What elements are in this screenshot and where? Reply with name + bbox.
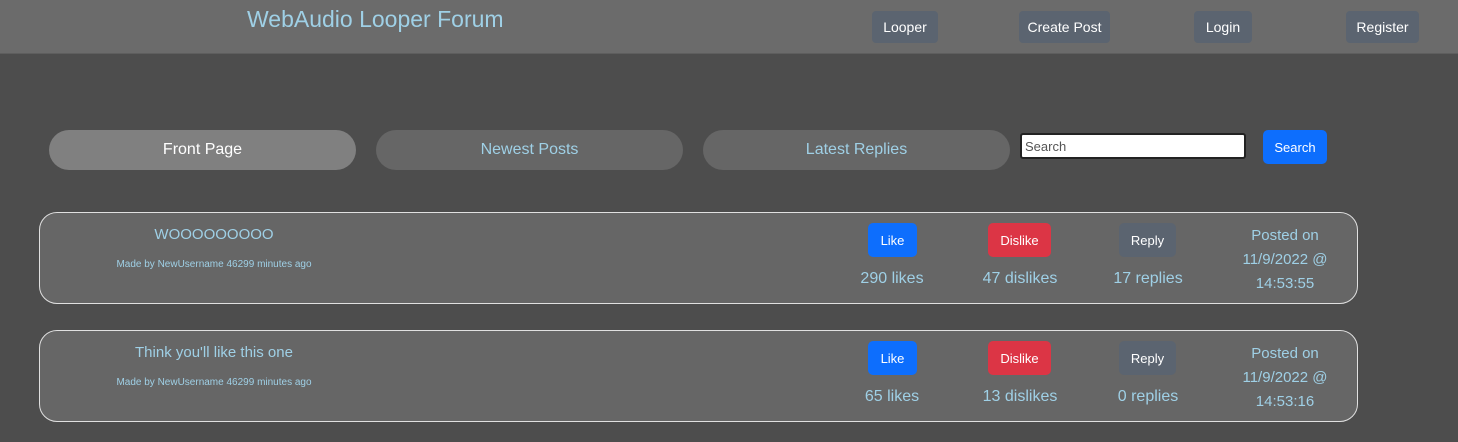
dislike-button[interactable]: Dislike [988,341,1051,375]
reply-count: 17 replies [1113,270,1183,287]
dislike-count: 47 dislikes [982,270,1058,287]
posted-timestamp: Posted on 11/9/2022 @ 14:53:16 [1227,342,1343,414]
posted-date: 11/9/2022 @ [1242,251,1328,268]
posted-timestamp: Posted on 11/9/2022 @ 14:53:55 [1227,224,1343,296]
create-post-button[interactable]: Create Post [1019,11,1110,43]
reply-button[interactable]: Reply [1119,341,1176,375]
like-button[interactable]: Like [868,223,917,257]
reply-button[interactable]: Reply [1119,223,1176,257]
posted-label: Posted on [1251,227,1319,244]
dislike-button[interactable]: Dislike [988,223,1051,257]
post-author-meta: Made by NewUsername 46299 minutes ago [116,377,312,388]
dislike-count: 13 dislikes [982,388,1058,405]
forum-brand[interactable]: WebAudio Looper Forum [247,6,504,33]
top-navbar: WebAudio Looper Forum Looper Create Post… [0,0,1458,54]
like-count: 65 likes [864,388,920,405]
post-title[interactable]: Think you'll like this one [40,344,388,361]
search-input[interactable] [1020,133,1246,159]
tab-front-page[interactable]: Front Page [49,130,356,170]
search-button[interactable]: Search [1263,130,1327,164]
post-card: Think you'll like this one Made by NewUs… [39,330,1358,422]
posted-label: Posted on [1251,345,1319,362]
like-count: 290 likes [860,270,924,287]
posted-date: 11/9/2022 @ [1242,369,1328,386]
looper-button[interactable]: Looper [872,11,938,43]
posted-time: 14:53:16 [1255,393,1315,410]
post-title[interactable]: WOOOOOOOOO [40,226,388,243]
post-author-meta: Made by NewUsername 46299 minutes ago [116,259,312,270]
like-button[interactable]: Like [868,341,917,375]
tab-latest-replies[interactable]: Latest Replies [703,130,1010,170]
register-button[interactable]: Register [1346,11,1419,43]
tab-newest-posts[interactable]: Newest Posts [376,130,683,170]
login-button[interactable]: Login [1194,11,1252,43]
post-card: WOOOOOOOOO Made by NewUsername 46299 min… [39,212,1358,304]
posted-time: 14:53:55 [1255,275,1315,292]
reply-count: 0 replies [1117,388,1179,405]
